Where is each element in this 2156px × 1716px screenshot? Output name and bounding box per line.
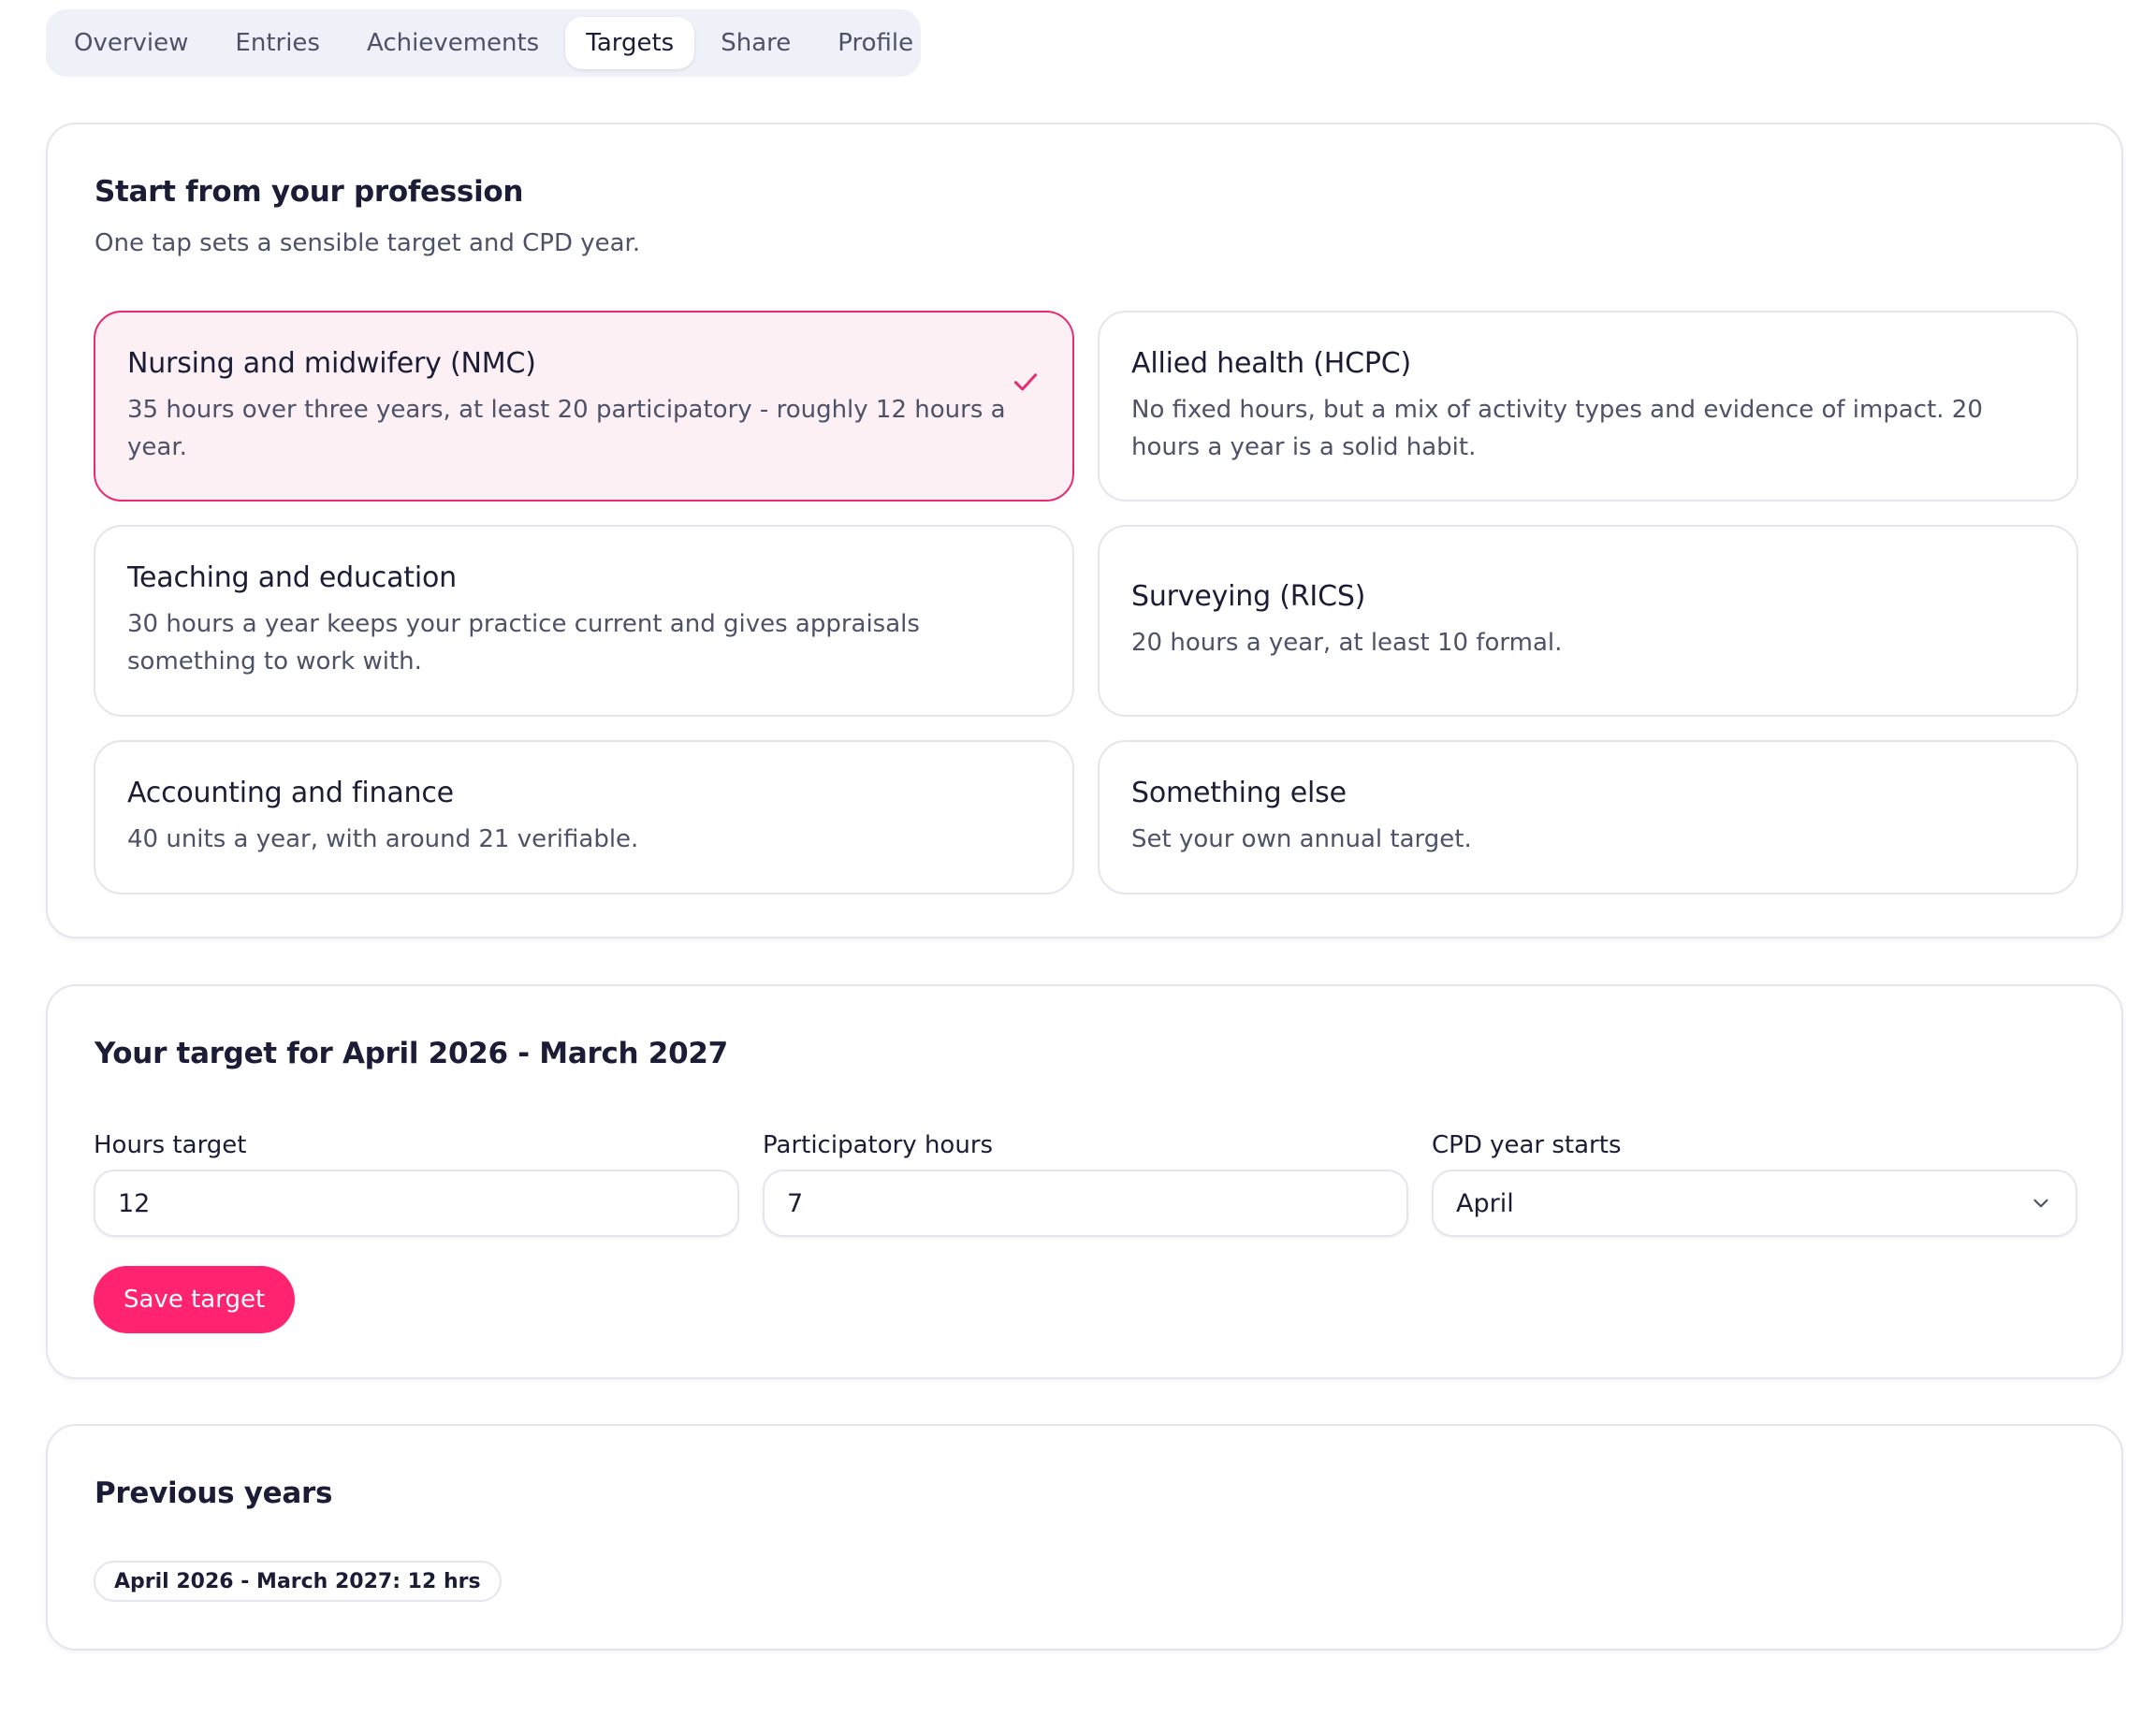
tab-achievements[interactable]: Achievements <box>346 17 560 69</box>
profession-option-accounting[interactable]: Accounting and finance 40 units a year, … <box>94 740 1074 894</box>
profession-option-title: Accounting and finance <box>127 777 454 809</box>
profession-option-title: Nursing and midwifery (NMC) <box>127 346 536 380</box>
tab-profile[interactable]: Profile <box>817 17 934 69</box>
profession-option-nmc[interactable]: Nursing and midwifery (NMC) 35 hours ove… <box>94 311 1074 502</box>
profession-option-desc: 40 units a year, with around 21 verifiab… <box>127 825 639 853</box>
tab-bar: Overview Entries Achievements Targets Sh… <box>46 9 921 77</box>
profession-option-title: Something else <box>1131 777 1347 809</box>
tab-overview[interactable]: Overview <box>53 17 209 69</box>
profession-option-desc: Set your own annual target. <box>1131 825 1472 853</box>
profession-option-desc: No fixed hours, but a mix of activity ty… <box>1131 395 1983 461</box>
profession-option-rics[interactable]: Surveying (RICS) 20 hours a year, at lea… <box>1098 525 2078 717</box>
profession-card-subtitle: One tap sets a sensible target and CPD y… <box>95 229 641 257</box>
participatory-hours-label: Participatory hours <box>763 1131 994 1159</box>
profession-option-teaching[interactable]: Teaching and education 30 hours a year k… <box>94 525 1074 717</box>
profession-option-title: Teaching and education <box>127 561 457 594</box>
cpd-year-start-value: April <box>1456 1188 1514 1218</box>
previous-years-title: Previous years <box>95 1476 333 1510</box>
check-icon <box>1013 373 1038 391</box>
profession-card-title: Start from your profession <box>95 175 524 209</box>
targets-page: Overview Entries Achievements Targets Sh… <box>0 0 2156 1716</box>
previous-year-chip: April 2026 - March 2027: 12 hrs <box>94 1561 502 1602</box>
profession-card: Start from your profession One tap sets … <box>46 123 2123 938</box>
target-card-title: Your target for April 2026 - March 2027 <box>95 1037 728 1070</box>
profession-option-hcpc[interactable]: Allied health (HCPC) No fixed hours, but… <box>1098 311 2078 502</box>
profession-option-title: Surveying (RICS) <box>1131 580 1366 613</box>
hours-target-label: Hours target <box>94 1131 247 1159</box>
participatory-hours-input[interactable]: 7 <box>763 1170 1408 1237</box>
previous-years-card: Previous years April 2026 - March 2027: … <box>46 1424 2123 1651</box>
profession-option-desc: 35 hours over three years, at least 20 p… <box>127 395 1006 461</box>
tab-entries[interactable]: Entries <box>214 17 341 69</box>
tab-targets[interactable]: Targets <box>565 17 695 69</box>
tab-share[interactable]: Share <box>700 17 811 69</box>
hours-target-input[interactable]: 12 <box>94 1170 739 1237</box>
cpd-year-start-select[interactable]: April <box>1432 1170 2077 1237</box>
profession-option-other[interactable]: Something else Set your own annual targe… <box>1098 740 2078 894</box>
profession-option-desc: 20 hours a year, at least 10 formal. <box>1131 629 1563 657</box>
profession-option-desc: 30 hours a year keeps your practice curr… <box>127 610 920 676</box>
target-card: Your target for April 2026 - March 2027 … <box>46 984 2123 1379</box>
cpd-year-start-label: CPD year starts <box>1432 1131 1622 1159</box>
save-target-button[interactable]: Save target <box>94 1266 296 1333</box>
profession-option-title: Allied health (HCPC) <box>1131 346 1412 380</box>
chevron-down-icon <box>2033 1199 2048 1208</box>
